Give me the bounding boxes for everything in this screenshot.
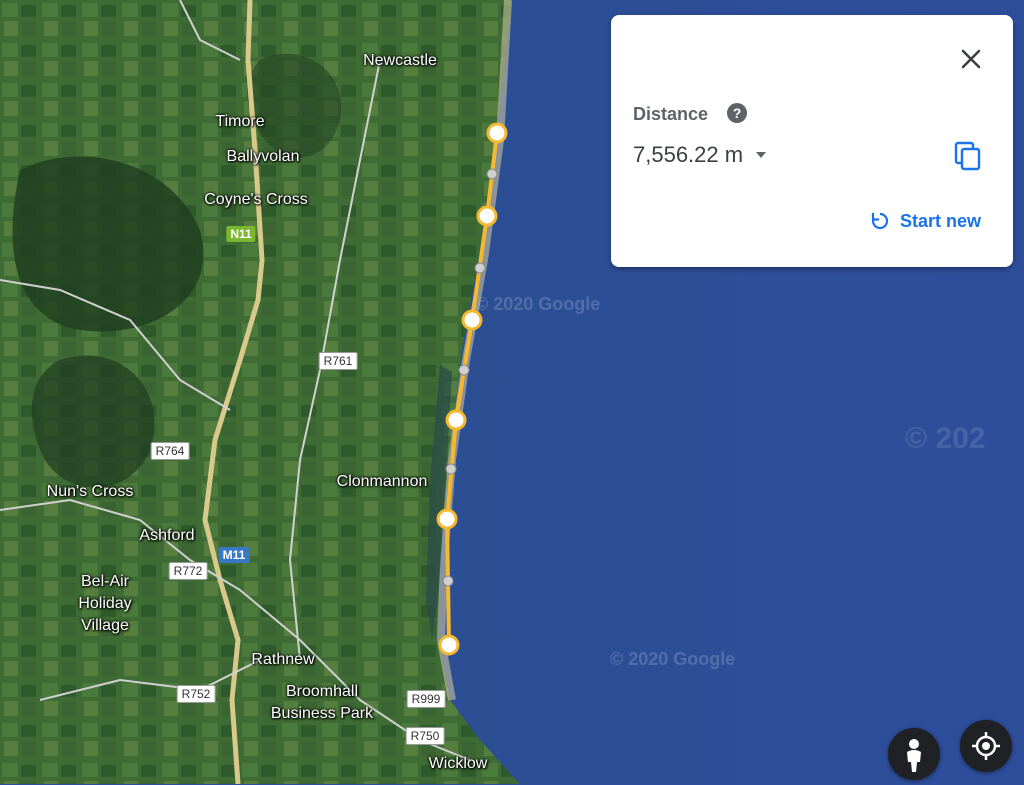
close-icon[interactable] bbox=[957, 45, 985, 73]
road-sign-r752: R752 bbox=[176, 685, 216, 703]
map-watermark: © 202 bbox=[905, 422, 986, 455]
street-view-pegman-button[interactable] bbox=[888, 728, 940, 780]
place-label-clonmannon: Clonmannon bbox=[336, 473, 428, 490]
chevron-down-icon[interactable] bbox=[751, 147, 771, 163]
place-label-coynes-cross: Coyne's Cross bbox=[204, 191, 308, 208]
start-new-button[interactable]: Start new bbox=[870, 209, 981, 233]
place-label-timore: Timore bbox=[215, 113, 265, 130]
copy-icon[interactable] bbox=[953, 140, 983, 172]
start-new-label: Start new bbox=[899, 210, 981, 231]
place-label-broomhall: Broomhall bbox=[285, 683, 359, 700]
place-label-nuns-cross: Nun's Cross bbox=[46, 483, 134, 500]
place-label-wicklow: Wicklow bbox=[428, 755, 488, 772]
road-sign-m11: M11 bbox=[218, 547, 250, 563]
place-label-bel-air: Bel-Air bbox=[80, 573, 130, 590]
measure-point[interactable] bbox=[445, 409, 467, 431]
measure-point[interactable] bbox=[438, 634, 460, 656]
place-label-broomhall: Business Park bbox=[270, 705, 374, 722]
road-sign-r764: R764 bbox=[150, 442, 190, 460]
pegman-icon[interactable] bbox=[888, 728, 940, 780]
road-sign-r750: R750 bbox=[405, 727, 445, 745]
measure-point[interactable] bbox=[461, 309, 483, 331]
map-watermark: © 2020 Google bbox=[610, 649, 735, 669]
road-sign-r772: R772 bbox=[168, 562, 208, 580]
measure-point[interactable] bbox=[486, 122, 508, 144]
place-label-rathnew: Rathnew bbox=[251, 651, 315, 668]
place-label-bel-air: Holiday bbox=[78, 595, 132, 612]
copy-button[interactable] bbox=[953, 140, 983, 172]
place-label-newcastle: Newcastle bbox=[363, 52, 437, 69]
road-sign-n11: N11 bbox=[226, 226, 256, 242]
road-sign-r761: R761 bbox=[318, 352, 358, 370]
distance-label: Distance bbox=[633, 104, 709, 124]
measure-distance-panel: Distance ? 7,556.22 m Start new bbox=[611, 15, 1013, 267]
measure-point[interactable] bbox=[436, 508, 458, 530]
midpoint-handle[interactable] bbox=[474, 262, 486, 274]
close-button[interactable] bbox=[957, 45, 985, 73]
midpoint-handle[interactable] bbox=[486, 168, 498, 180]
restart-icon bbox=[871, 212, 889, 230]
distance-value: 7,556.22 m bbox=[633, 142, 744, 167]
my-location-button[interactable] bbox=[960, 720, 1012, 772]
place-label-ballyvolan: Ballyvolan bbox=[226, 148, 300, 165]
my-location-icon[interactable] bbox=[960, 720, 1012, 772]
midpoint-handle[interactable] bbox=[442, 575, 454, 587]
road-sign-r999: R999 bbox=[406, 690, 446, 708]
unit-dropdown[interactable] bbox=[751, 147, 771, 163]
midpoint-handle[interactable] bbox=[458, 364, 470, 376]
svg-text:?: ? bbox=[733, 105, 742, 121]
measure-point[interactable] bbox=[476, 205, 498, 227]
place-label-ashford: Ashford bbox=[139, 527, 195, 544]
place-label-bel-air: Village bbox=[81, 617, 129, 634]
map-watermark: © 2020 Google bbox=[475, 294, 600, 314]
help-icon[interactable]: ? bbox=[727, 103, 747, 123]
midpoint-handle[interactable] bbox=[445, 463, 457, 475]
